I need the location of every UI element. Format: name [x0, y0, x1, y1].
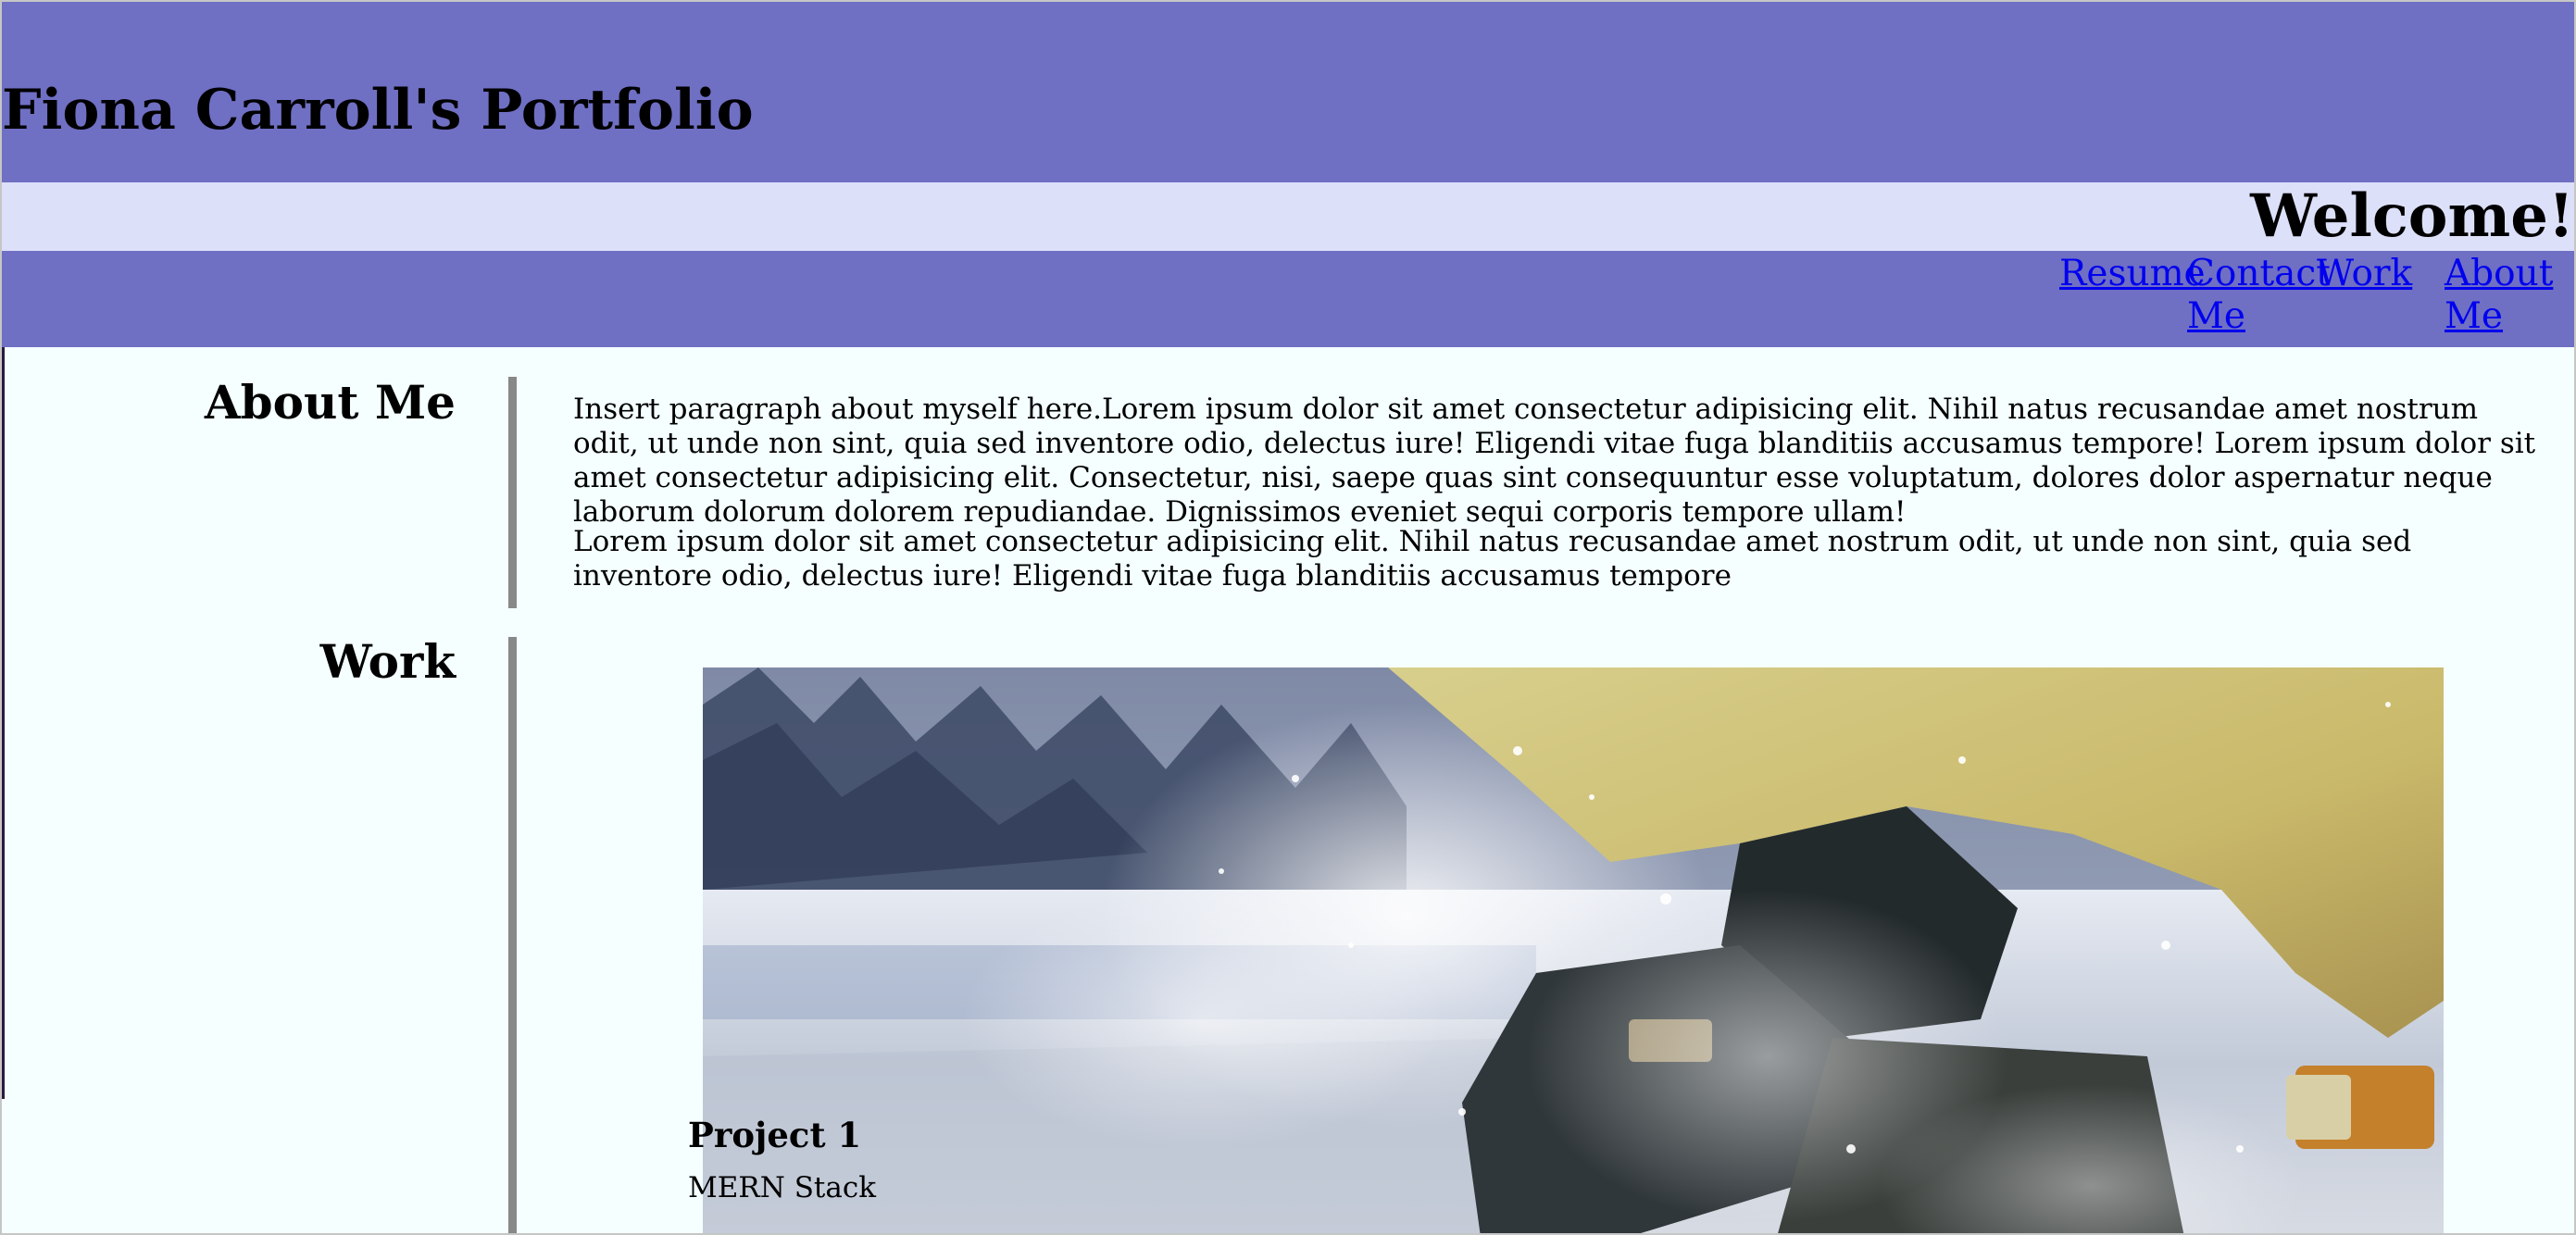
- project-title: Project 1: [688, 1115, 862, 1155]
- about-divider: [508, 377, 517, 608]
- about-heading: About Me: [204, 375, 456, 430]
- welcome-heading: Welcome!: [2250, 181, 2574, 251]
- nav-link-resume[interactable]: Resume: [2059, 253, 2206, 295]
- site-title: Fiona Carroll's Portfolio: [2, 78, 754, 143]
- work-heading: Work: [319, 634, 456, 689]
- main-nav: Resume Contact Me Work About Me: [2, 251, 2574, 347]
- snowboard-photo: [703, 667, 2444, 1233]
- about-paragraph: Lorem ipsum dolor sit amet consectetur a…: [573, 525, 2412, 593]
- nav-link-about-me[interactable]: About Me: [2445, 253, 2556, 338]
- welcome-banner: Welcome!: [2, 182, 2574, 251]
- site-header: Fiona Carroll's Portfolio: [2, 2, 2574, 182]
- about-paragraph: Insert paragraph about myself here.Lorem…: [573, 393, 2536, 529]
- work-divider: [508, 637, 517, 1233]
- browser-viewport: Fiona Carroll's Portfolio Welcome! Resum…: [0, 0, 2576, 1235]
- nav-link-contact-me[interactable]: Contact Me: [2187, 253, 2331, 338]
- nav-link-work[interactable]: Work: [2317, 253, 2437, 295]
- project-subtitle: MERN Stack: [688, 1171, 877, 1204]
- project-card-image[interactable]: [703, 667, 2444, 1233]
